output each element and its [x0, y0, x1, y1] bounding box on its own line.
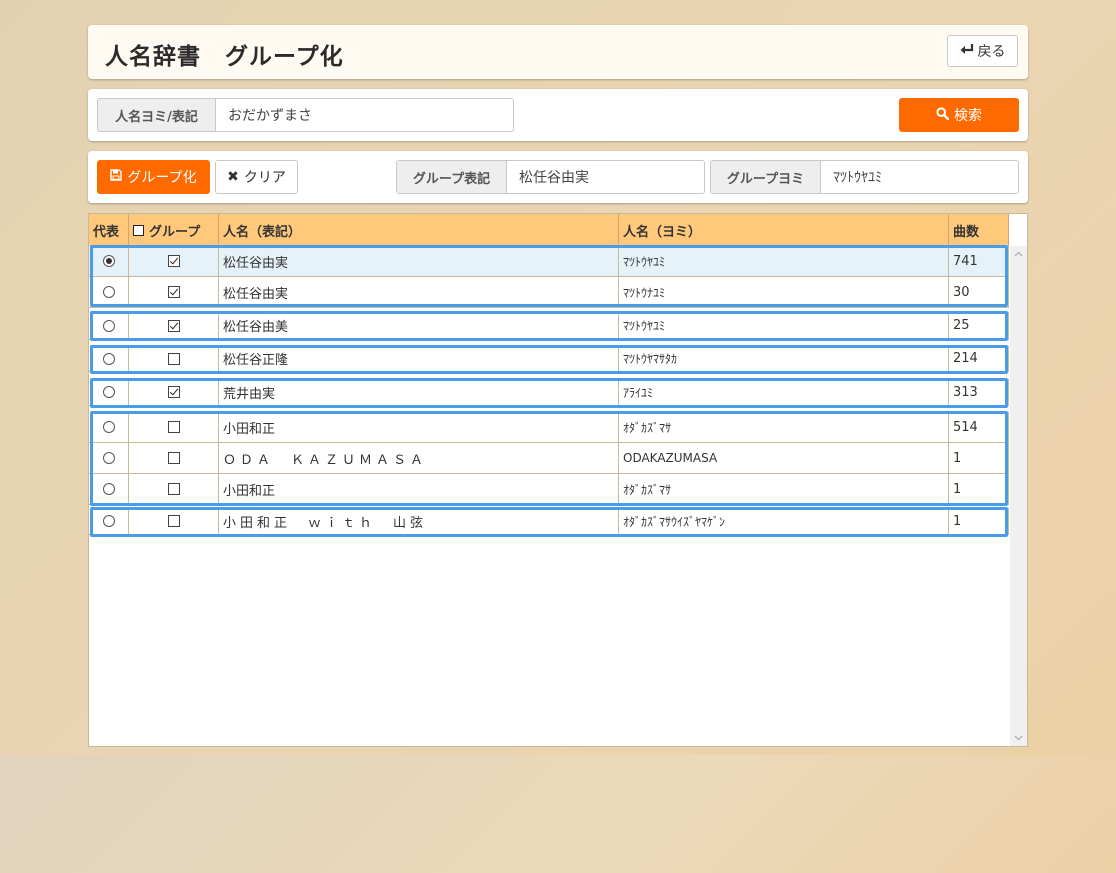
group-highlight	[90, 378, 1008, 408]
group-reading-label: グループヨミ	[711, 161, 821, 193]
group-button[interactable]: グループ化	[97, 160, 210, 194]
close-icon: ✖	[227, 169, 239, 185]
save-icon	[110, 169, 123, 185]
group-highlight	[90, 311, 1008, 341]
clear-button-label: クリア	[243, 170, 286, 186]
name-search-label: 人名ヨミ/表記	[98, 99, 216, 131]
group-notation-input[interactable]: 松任谷由実	[507, 161, 704, 193]
page-bottom-background	[0, 755, 1116, 873]
clear-button[interactable]: ✖ クリア	[215, 160, 298, 194]
group-button-label: グループ化	[127, 170, 197, 186]
column-header-representative: 代表	[89, 214, 129, 246]
group-highlight	[90, 245, 1008, 307]
name-search-input[interactable]: おだかずまさ	[216, 99, 513, 131]
group-toolbar-panel: グループ化 ✖ クリア グループ表記 松任谷由実 グループヨミ ﾏﾂﾄｳﾔﾕﾐ	[88, 151, 1028, 203]
back-button-label: 戻る	[977, 44, 1006, 60]
select-all-checkbox[interactable]	[133, 224, 144, 236]
table-header: 代表 グループ 人名（表記） 人名（ヨミ） 曲数	[89, 214, 1009, 246]
return-arrow-icon	[960, 43, 974, 59]
column-header-group-label: グループ	[149, 224, 201, 240]
search-button[interactable]: 検索	[899, 98, 1019, 132]
group-reading-input[interactable]: ﾏﾂﾄｳﾔﾕﾐ	[821, 161, 1018, 193]
search-button-label: 検索	[954, 108, 982, 124]
search-panel: 人名ヨミ/表記 おだかずまさ 検索	[88, 89, 1028, 141]
name-search-field: 人名ヨミ/表記 おだかずまさ	[97, 98, 514, 132]
group-notation-field: グループ表記 松任谷由実	[396, 160, 705, 194]
header-panel: 人名辞書 グループ化 戻る	[88, 25, 1028, 79]
page-title: 人名辞書 グループ化	[105, 44, 344, 70]
name-table: 代表 グループ 人名（表記） 人名（ヨミ） 曲数 松任谷由実 ﾏﾂﾄｳﾔﾕﾐ 741…	[88, 213, 1028, 747]
back-button[interactable]: 戻る	[947, 35, 1018, 67]
column-header-reading: 人名（ヨミ）	[619, 214, 949, 246]
scroll-down-icon[interactable]	[1014, 733, 1023, 742]
group-reading-field: グループヨミ ﾏﾂﾄｳﾔﾕﾐ	[710, 160, 1019, 194]
column-header-group: グループ	[129, 214, 219, 246]
group-highlight	[90, 507, 1008, 537]
search-icon	[936, 106, 950, 124]
scroll-up-icon[interactable]	[1014, 250, 1023, 259]
column-header-count: 曲数	[949, 214, 1009, 246]
group-highlight	[90, 411, 1008, 506]
column-header-name: 人名（表記）	[219, 214, 619, 246]
table-scrollbar[interactable]	[1010, 246, 1027, 746]
group-highlight	[90, 345, 1008, 374]
group-notation-label: グループ表記	[397, 161, 507, 193]
